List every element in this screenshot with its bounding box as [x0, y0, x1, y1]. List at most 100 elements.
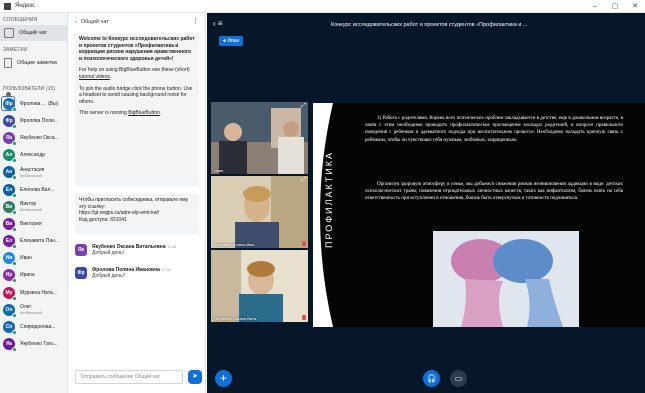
user-name-text: Ирина: [20, 272, 35, 279]
user-name: Анастасия Мобильный: [20, 167, 64, 178]
slide-paragraph-1: 1) Работа с родителями. Корень всех псих…: [365, 116, 623, 143]
user-device: Мобильный: [20, 310, 42, 316]
avatar: Фр: [3, 97, 17, 112]
user-list-item[interactable]: Ел Еленова Вал...: [0, 181, 67, 198]
close-icon[interactable]: ✕: [625, 0, 645, 13]
mic-status-icon: [12, 295, 17, 301]
avatar: Ал: [3, 149, 17, 164]
user-name: Олег Мобильный: [20, 304, 64, 315]
audio-button[interactable]: 🎧︎: [423, 370, 440, 387]
mic-status-icon: [12, 158, 17, 164]
browser-title: Яндекс: [15, 3, 36, 9]
mic-status-icon: [12, 106, 17, 112]
user-list-item[interactable]: Ел Елизавета Пан...: [0, 233, 67, 250]
minimize-icon[interactable]: –: [585, 0, 605, 13]
mic-status-icon: [12, 261, 17, 267]
mic-status-icon: [12, 312, 17, 318]
mic-status-icon: [12, 175, 17, 181]
maximize-icon[interactable]: ▢: [605, 0, 625, 13]
browser-titlebar: Яндекс – ▢ ✕: [0, 0, 645, 13]
user-list-item[interactable]: Ал Александр: [0, 147, 67, 164]
actions-plus-button[interactable]: +: [215, 370, 232, 387]
user-list-item[interactable]: Як Якубенко Тать...: [0, 336, 67, 353]
tutorial-videos-link[interactable]: tutorial videos: [79, 74, 110, 80]
user-name: Александр: [20, 152, 64, 158]
slide-vertical-title: ПРОФИЛАКТИКА: [324, 151, 334, 248]
avatar: Ел: [3, 235, 17, 250]
shared-notes-label: Общие заметки: [17, 60, 57, 66]
avatar: Му: [3, 286, 17, 301]
video-feed: [211, 102, 308, 174]
browser-logo-icon: [4, 2, 11, 10]
welcome-help-text: For help on using BigBlueButton see thes…: [79, 67, 190, 74]
user-name-text: Якубенко Тать...: [20, 341, 58, 348]
video-tile[interactable]: ⤢ Фролова Полина Ива...: [211, 176, 308, 248]
user-list-item[interactable]: Ир Ирина: [0, 267, 67, 284]
avatar: Ив: [3, 252, 17, 267]
user-device: Мобильный: [20, 207, 42, 213]
welcome-audio-text: To join the audio bridge click the phone…: [79, 85, 193, 105]
user-name: Ирина: [20, 272, 64, 278]
toggle-userlist-icon[interactable]: ‹ ≡: [213, 19, 223, 28]
send-button[interactable]: ➤: [188, 370, 202, 384]
user-name: Фролова Поли...: [20, 118, 64, 124]
users-header-label: ПОЛЬЗОВАТЕЛИ (15): [3, 86, 56, 92]
user-list-item[interactable]: Ан Анастасия Мобильный: [0, 164, 67, 181]
user-list-item[interactable]: Ол Олег Мобильный: [0, 301, 67, 318]
user-list-item[interactable]: Фр Фролова ... (Вы): [0, 95, 67, 112]
user-list-item[interactable]: Ив Иван: [0, 250, 67, 267]
expand-icon[interactable]: ⤢: [301, 177, 306, 184]
chat-options-icon[interactable]: ⋮: [192, 17, 199, 25]
user-name-text: Иван: [20, 255, 32, 262]
chat-header: ‹ Общий чат ⋮: [69, 13, 205, 31]
shared-notes-item[interactable]: Общие заметки: [0, 55, 67, 71]
user-list-item[interactable]: Му Мурзина Ната...: [0, 284, 67, 301]
user-name: Спиридонова...: [20, 324, 64, 330]
user-name-text: Еленова Вал...: [20, 186, 55, 193]
avatar: Як: [75, 244, 87, 256]
you-suffix: (Вы): [47, 100, 59, 107]
user-name-text: Спиридонова...: [20, 324, 56, 331]
mic-status-icon: [12, 123, 17, 129]
user-list-item[interactable]: Ви Виктория: [0, 215, 67, 232]
video-feed: [211, 250, 308, 322]
mic-status-icon: [12, 347, 17, 353]
user-list-item[interactable]: Як Якубенко Окса...: [0, 129, 67, 146]
public-chat-item[interactable]: Общий чат: [0, 25, 67, 41]
presentation-slide[interactable]: ПРОФИЛАКТИКА 1) Работа с родителями. Кор…: [313, 103, 645, 327]
user-name-text: Фролова Поли...: [20, 117, 58, 124]
chat-title[interactable]: Общий чат: [81, 19, 109, 25]
user-name-text: Александр: [20, 152, 46, 159]
muted-mic-icon: [302, 241, 306, 246]
user-list-item[interactable]: Сп Спиридонова...: [0, 318, 67, 336]
video-button[interactable]: ▭: [450, 370, 467, 387]
expand-icon[interactable]: ⤢: [301, 251, 306, 258]
user-name: Мурзина Ната...: [20, 290, 64, 296]
messages-header: СООБЩЕНИЯ: [3, 17, 38, 23]
talking-name: Иван: [227, 38, 240, 44]
user-name: Еленова Вал...: [20, 187, 64, 193]
back-chevron-icon[interactable]: ‹: [75, 19, 77, 25]
notes-header: ЗАМЕТКИ: [3, 47, 28, 53]
user-list-panel: СООБЩЕНИЯ Общий чат ЗАМЕТКИ Общие заметк…: [0, 13, 68, 393]
user-name: Елизавета Пан...: [20, 238, 64, 244]
user-list-item[interactable]: Фр Фролова Поли...: [0, 112, 67, 129]
message-text: Добрый день!!: [92, 273, 126, 279]
user-name: Иван: [20, 255, 64, 261]
user-device: Мобильный: [20, 172, 42, 178]
expand-icon[interactable]: ⤢: [301, 103, 306, 110]
avatar: Як: [3, 131, 17, 146]
video-tile[interactable]: ⤢ Иван: [211, 102, 308, 174]
video-name: Иван: [214, 168, 224, 173]
user-list-item[interactable]: Ви Виктор Мобильный: [0, 198, 67, 215]
user-name-text: Елизавета Пан...: [20, 238, 60, 245]
notes-icon: [4, 58, 12, 68]
chat-message-input[interactable]: Отправить сообщение Общий чат: [75, 370, 183, 384]
user-name-text: Фролова ...: [20, 100, 46, 107]
mic-status-icon: [12, 330, 17, 336]
bigbluebutton-link[interactable]: BigBlueButton: [128, 110, 160, 116]
mic-status-icon: [12, 209, 17, 215]
video-tile[interactable]: ⤢ Якубенко Оксана Вита...: [211, 250, 308, 322]
meeting-title: Конкурс исследовательских работ и проект…: [331, 22, 528, 28]
mic-status-icon: [12, 192, 17, 198]
